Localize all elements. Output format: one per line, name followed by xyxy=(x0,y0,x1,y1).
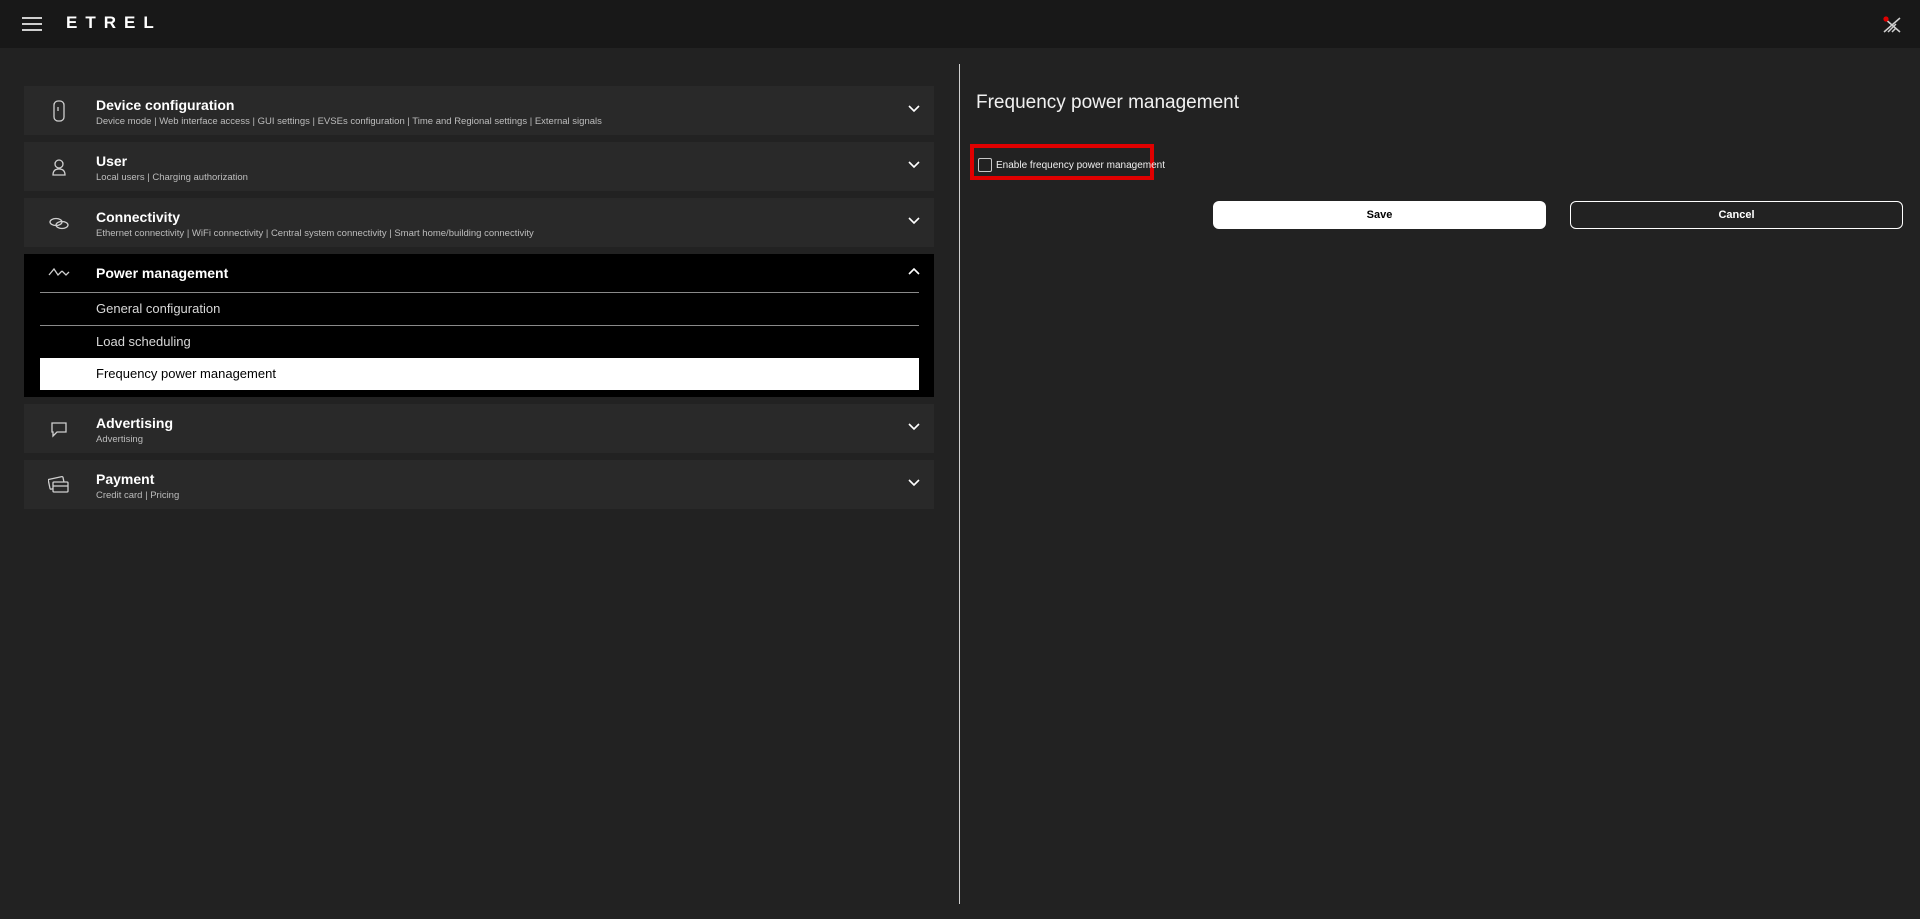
section-subtitle: Device mode | Web interface access | GUI… xyxy=(96,116,602,127)
section-title: Connectivity xyxy=(96,209,181,225)
submenu-label: Load scheduling xyxy=(96,334,191,349)
payment-card-icon xyxy=(48,475,69,493)
section-title: User xyxy=(96,153,128,169)
top-bar: ETREL xyxy=(0,0,1920,48)
section-device-configuration[interactable]: Device configuration Device mode | Web i… xyxy=(24,86,934,135)
etrel-logo: ETREL xyxy=(66,13,162,32)
enable-frequency-checkbox[interactable] xyxy=(978,158,992,172)
submenu-item-load-scheduling[interactable]: Load scheduling xyxy=(40,325,919,358)
hamburger-menu-icon[interactable] xyxy=(22,17,42,32)
section-title: Payment xyxy=(96,471,155,487)
section-advertising[interactable]: Advertising Advertising xyxy=(24,404,934,453)
chevron-down-icon[interactable] xyxy=(908,161,920,169)
panel-divider xyxy=(959,64,960,904)
section-subtitle: Local users | Charging authorization xyxy=(96,172,248,183)
section-subtitle: Advertising xyxy=(96,434,143,445)
section-user[interactable]: User Local users | Charging authorizatio… xyxy=(24,142,934,191)
submenu-item-frequency-power-management[interactable]: Frequency power management xyxy=(40,358,919,390)
section-title: Advertising xyxy=(96,415,174,431)
user-icon xyxy=(52,159,66,176)
chat-icon xyxy=(51,422,67,438)
cancel-button[interactable]: Cancel xyxy=(1570,201,1903,229)
section-header[interactable]: Power management xyxy=(24,254,934,292)
device-icon xyxy=(53,100,65,122)
chevron-up-icon[interactable] xyxy=(908,267,920,275)
submenu-label: Frequency power management xyxy=(96,366,276,381)
section-connectivity[interactable]: Connectivity Ethernet connectivity | WiF… xyxy=(24,198,934,247)
chevron-down-icon[interactable] xyxy=(908,479,920,487)
section-subtitle: Credit card | Pricing xyxy=(96,490,180,501)
chevron-down-icon[interactable] xyxy=(908,423,920,431)
network-disconnected-icon[interactable] xyxy=(1882,16,1902,34)
chevron-down-icon[interactable] xyxy=(908,217,920,225)
section-subtitle: Ethernet connectivity | WiFi connectivit… xyxy=(96,228,534,239)
power-wave-icon xyxy=(48,267,70,277)
section-payment[interactable]: Payment Credit card | Pricing xyxy=(24,460,934,509)
submenu-item-general-configuration[interactable]: General configuration xyxy=(40,292,919,325)
chevron-down-icon[interactable] xyxy=(908,105,920,113)
submenu-label: General configuration xyxy=(96,301,221,316)
section-title: Device configuration xyxy=(96,97,235,113)
checkbox-label[interactable]: Enable frequency power management xyxy=(996,160,1165,171)
page-title: Frequency power management xyxy=(976,92,1239,113)
section-power-management: Power management General configuration L… xyxy=(24,254,934,397)
section-title: Power management xyxy=(96,265,229,281)
settings-menu: Device configuration Device mode | Web i… xyxy=(24,86,934,516)
link-icon xyxy=(49,217,69,230)
save-button[interactable]: Save xyxy=(1213,201,1546,229)
